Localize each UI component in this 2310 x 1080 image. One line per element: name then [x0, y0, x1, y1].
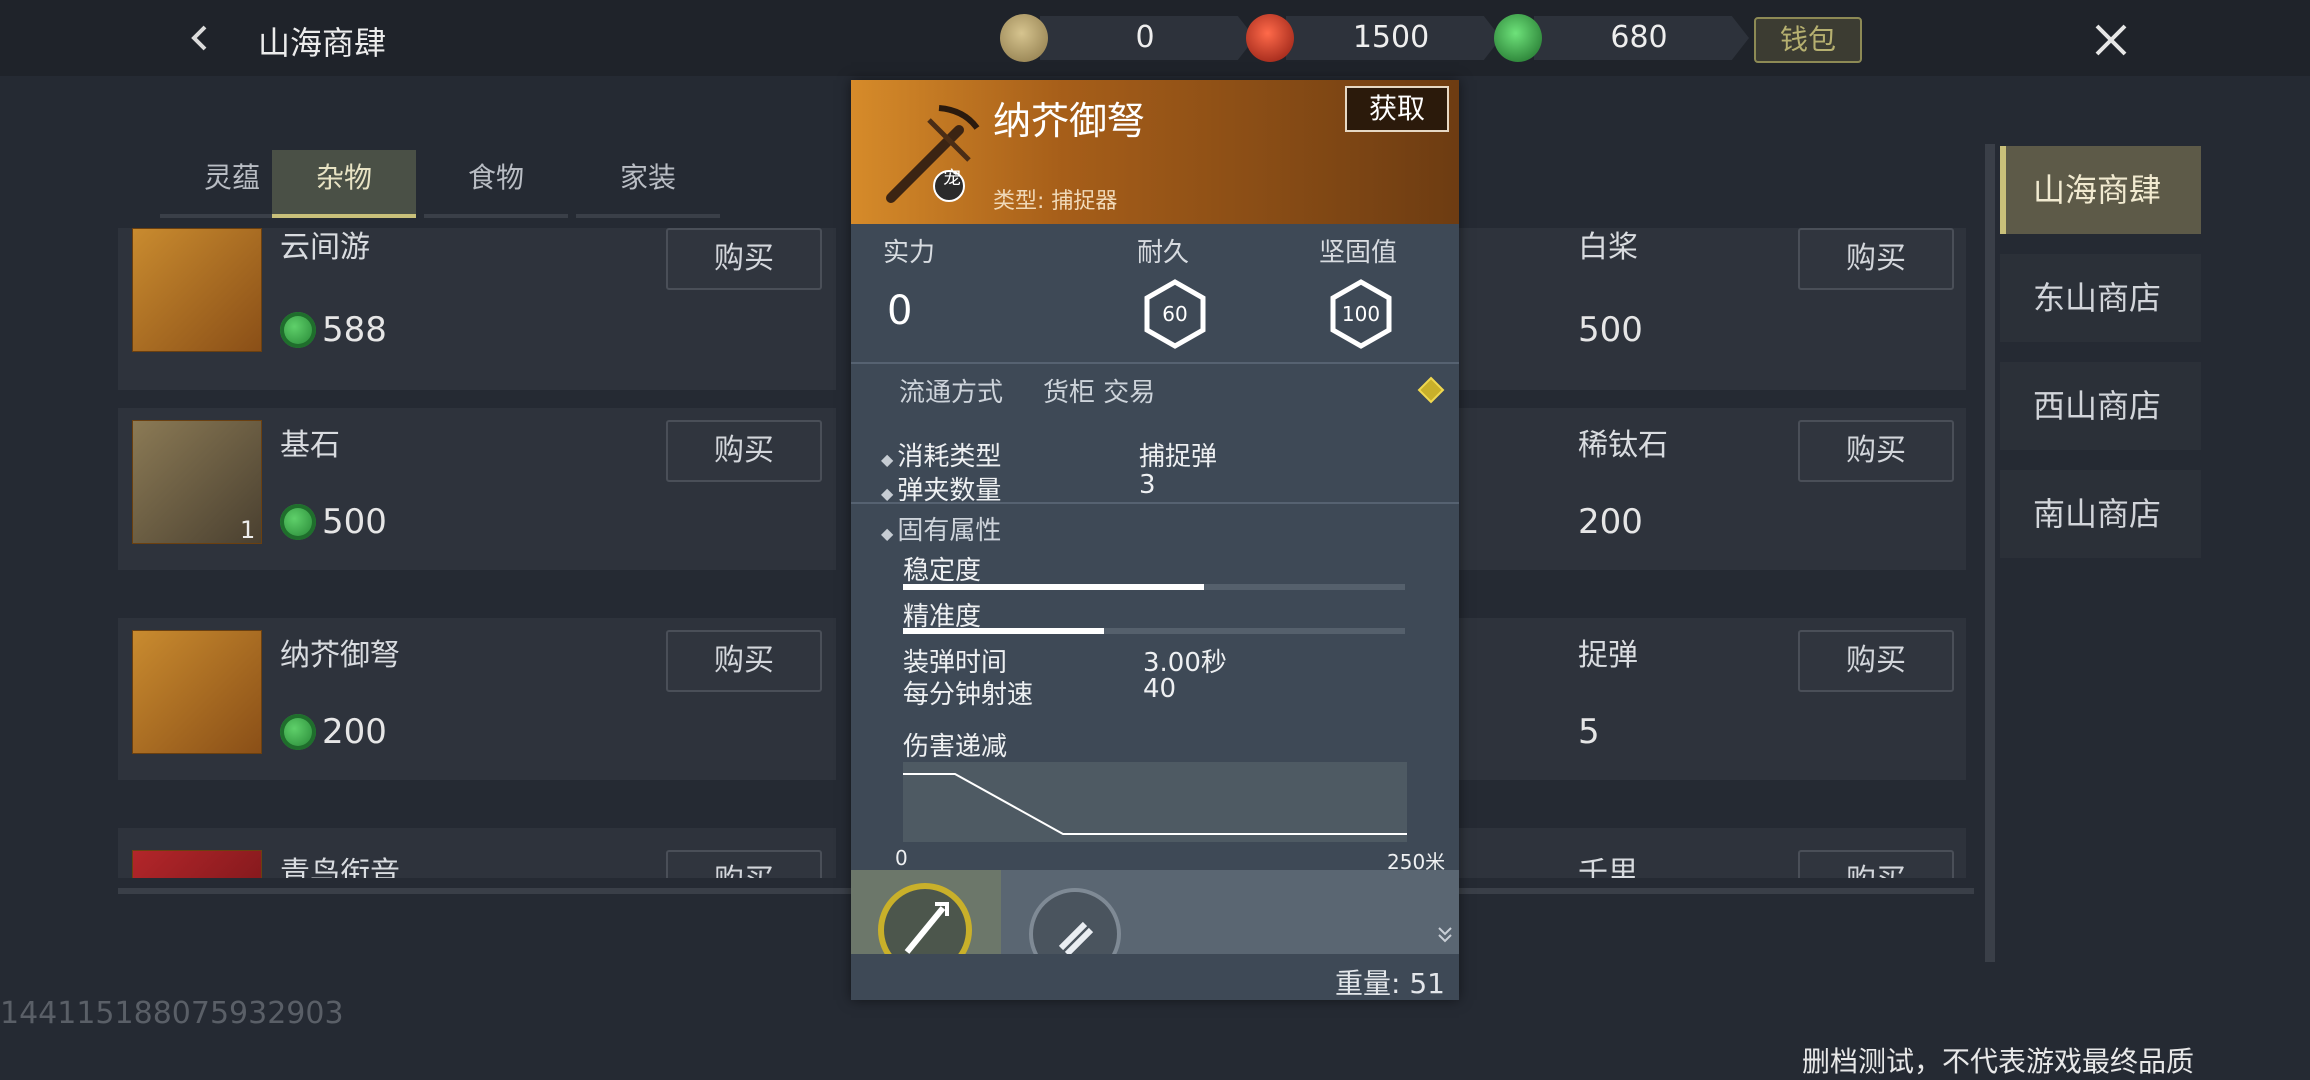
detail-header: 宠 纳芥御弩 类型: 捕捉器 获取 [851, 80, 1459, 224]
diamond-info-icon[interactable] [1417, 376, 1445, 404]
currency-green: 680 [1494, 12, 1774, 64]
shop-scrollbar [1985, 144, 1995, 962]
shop-tab-nanshan[interactable]: 南山商店 [2000, 470, 2201, 558]
buy-button[interactable]: 购买 [666, 850, 822, 878]
item-thumb-image [132, 850, 262, 878]
buy-button[interactable]: 购买 [666, 630, 822, 692]
close-icon [2095, 24, 2127, 56]
item-thumb-image [132, 228, 262, 352]
tab-misc[interactable]: 杂物 [272, 150, 416, 218]
weight-text: 重量: 51 [1335, 967, 1445, 1000]
list-item[interactable]: 1 基石 500 购买 [118, 408, 836, 570]
item-detail-panel: 宠 纳芥御弩 类型: 捕捉器 获取 实力 0 耐久 60 坚固值 100 流通方… [851, 80, 1459, 1000]
crossbow-icon [886, 105, 980, 203]
ammo-slot-selected[interactable] [851, 870, 1001, 977]
ammo-slots: 重量: 51 [851, 870, 1459, 1000]
wallet-button[interactable]: 钱包 [1754, 17, 1862, 63]
buy-button[interactable]: 购买 [1798, 850, 1954, 878]
shop-tab-shanhai[interactable]: 山海商肆 [2000, 146, 2201, 234]
detail-type: 类型: 捕捉器 [993, 189, 1118, 214]
close-button[interactable] [2085, 14, 2137, 66]
chevron-down-icon[interactable] [1437, 926, 1453, 944]
buy-button[interactable]: 购买 [666, 420, 822, 482]
red-coin-icon [1246, 14, 1294, 62]
green-coin-icon [280, 714, 316, 750]
buy-button[interactable]: 购买 [666, 228, 822, 290]
accuracy-bar [903, 628, 1405, 634]
detail-name: 纳芥御弩 [993, 99, 1146, 143]
page-title: 山海商肆 [258, 24, 387, 62]
shell-currency-icon [1000, 14, 1048, 62]
list-item[interactable]: 青鸟衔音 购买 [118, 828, 836, 878]
buy-button[interactable]: 购买 [1798, 630, 1954, 692]
power-value: 0 [887, 288, 913, 334]
green-coin-icon [1494, 14, 1542, 62]
chevron-left-icon [191, 25, 207, 51]
shop-tab-dongshan[interactable]: 东山商店 [2000, 254, 2201, 342]
item-thumb-image [132, 630, 262, 754]
pet-badge: 宠 [943, 168, 961, 189]
green-coin-icon [280, 312, 316, 348]
currency-shell: 0 [1000, 12, 1280, 64]
shop-tab-xishan[interactable]: 西山商店 [2000, 362, 2201, 450]
tab-food[interactable]: 食物 [424, 150, 568, 218]
list-item[interactable]: 纳芥御弩 200 购买 [118, 618, 836, 780]
disclaimer-text: 删档测试，不代表游戏最终品质 [1802, 1045, 2195, 1078]
buy-button[interactable]: 购买 [1798, 420, 1954, 482]
list-item[interactable]: 云间游 588 购买 [118, 228, 836, 390]
falloff-line [903, 773, 1407, 835]
currency-red: 1500 [1246, 12, 1526, 64]
back-button[interactable] [176, 14, 224, 62]
player-uid: 144115188075932903 [0, 996, 344, 1031]
stability-bar [903, 584, 1405, 590]
green-coin-icon [280, 504, 316, 540]
tab-home[interactable]: 家装 [576, 150, 720, 218]
acquire-button[interactable]: 获取 [1345, 86, 1449, 132]
damage-falloff-graph [903, 762, 1407, 842]
buy-button[interactable]: 购买 [1798, 228, 1954, 290]
